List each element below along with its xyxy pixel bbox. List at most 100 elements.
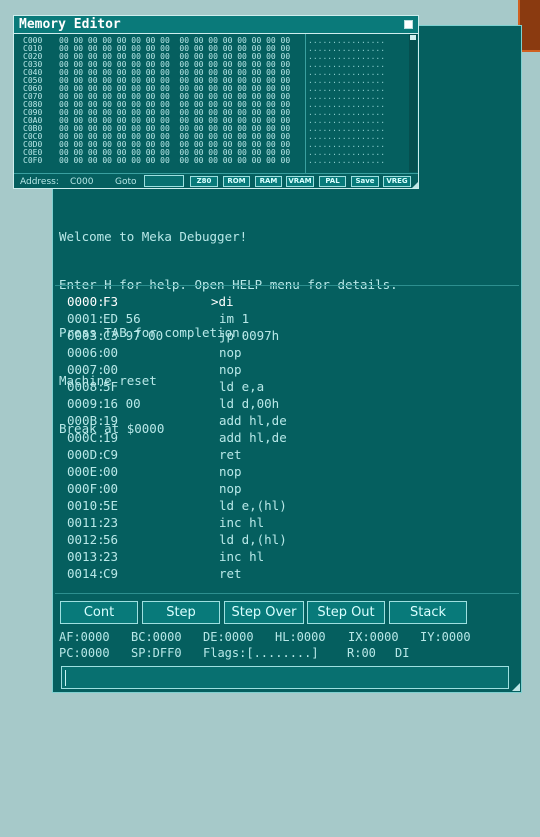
disasm-row[interactable]: 0010: 5E ld e,(hl) bbox=[67, 497, 507, 514]
disasm-instr: inc hl bbox=[219, 549, 265, 564]
stack-button[interactable]: Stack bbox=[389, 601, 467, 624]
register-de: DE:0000 bbox=[203, 630, 254, 644]
z80-button[interactable]: Z80 bbox=[190, 176, 218, 187]
resize-handle-icon[interactable] bbox=[512, 683, 520, 691]
disasm-instr: inc hl bbox=[219, 515, 265, 530]
disasm-addr: 000F: bbox=[67, 481, 105, 496]
disasm-instr: nop bbox=[219, 362, 242, 377]
disasm-bytes: 00 bbox=[103, 481, 119, 496]
disasm-instr: ret bbox=[219, 566, 242, 581]
address-label: Address: bbox=[20, 177, 59, 187]
vreg-button[interactable]: VREG bbox=[383, 176, 411, 187]
vram-button[interactable]: VRAM bbox=[286, 176, 314, 187]
disasm-row[interactable]: 0008: 5F ld e,a bbox=[67, 378, 507, 395]
address-value: C000 bbox=[70, 177, 94, 187]
disasm-bytes: 23 bbox=[103, 549, 119, 564]
command-input[interactable] bbox=[61, 666, 509, 689]
disasm-row[interactable]: 0009: 16 00 ld d,00h bbox=[67, 395, 507, 412]
memory-row-address: C0F0 bbox=[23, 156, 43, 165]
disasm-bytes: C9 bbox=[103, 447, 119, 462]
disasm-row[interactable]: 0003: C3 97 00 jp 0097h bbox=[67, 327, 507, 344]
register-ix: IX:0000 bbox=[348, 630, 399, 644]
register-r: R:00 bbox=[347, 646, 376, 660]
register-af: AF:0000 bbox=[59, 630, 110, 644]
hex-column[interactable]: 00 00 00 00 00 00 00 00 00 00 00 00 00 0… bbox=[59, 37, 290, 165]
address-column: C000 C010 C020 C030 C040 C050 C060 C070 C080 C090… bbox=[23, 37, 42, 165]
step-over-button[interactable]: Step Over bbox=[224, 601, 304, 624]
disasm-instr: nop bbox=[219, 464, 242, 479]
disasm-addr: 0010: bbox=[67, 498, 105, 513]
disasm-bytes: ED 56 bbox=[103, 311, 141, 326]
memory-row-hex[interactable]: 00 00 00 00 00 00 00 00 00 00 00 00 00 0… bbox=[59, 157, 290, 165]
ram-button[interactable]: RAM bbox=[255, 176, 282, 187]
memory-editor-statusbar: Address: C000 Goto Z80 ROM RAM VRAM PAL … bbox=[14, 173, 418, 190]
disasm-row[interactable]: 0013: 23 inc hl bbox=[67, 548, 507, 565]
disasm-addr: 0013: bbox=[67, 549, 105, 564]
disasm-row[interactable]: 0001: ED 56 im 1 bbox=[67, 310, 507, 327]
ascii-column[interactable]: ........................................… bbox=[308, 37, 408, 165]
disasm-instr: ld e,(hl) bbox=[219, 498, 287, 513]
disasm-bytes: 56 bbox=[103, 532, 119, 547]
close-icon[interactable] bbox=[404, 20, 413, 29]
disasm-row[interactable]: 0011: 23 inc hl bbox=[67, 514, 507, 531]
divider bbox=[55, 285, 519, 286]
register-sp: SP:DFF0 bbox=[131, 646, 182, 660]
disasm-instr: nop bbox=[219, 345, 242, 360]
disassembly-list: 0000: F3 >di 0001: ED 56 im 1 0003: C3 97 00 jp … bbox=[67, 293, 507, 582]
disasm-bytes: 5F bbox=[103, 379, 119, 394]
disasm-bytes: C9 bbox=[103, 566, 119, 581]
disasm-addr: 0008: bbox=[67, 379, 105, 394]
disasm-row[interactable]: 0007: 00 nop bbox=[67, 361, 507, 378]
disasm-addr: 000C: bbox=[67, 430, 105, 445]
window-title: Memory Editor bbox=[19, 17, 121, 32]
registers-panel: AF:0000 BC:0000 DE:0000 HL:0000 IX:0000 … bbox=[59, 629, 471, 837]
disasm-addr: 0012: bbox=[67, 532, 105, 547]
rom-button[interactable]: ROM bbox=[223, 176, 250, 187]
disasm-addr: 000D: bbox=[67, 447, 105, 462]
disasm-bytes: 19 bbox=[103, 413, 119, 428]
disasm-addr: 0011: bbox=[67, 515, 105, 530]
register-iy: IY:0000 bbox=[420, 630, 471, 644]
disasm-bytes: 00 bbox=[103, 464, 119, 479]
cont-button[interactable]: Cont bbox=[60, 601, 138, 624]
disasm-addr: 0001: bbox=[67, 311, 105, 326]
disasm-row[interactable]: 000B: 19 add hl,de bbox=[67, 412, 507, 429]
memory-editor-titlebar[interactable]: Memory Editor bbox=[14, 16, 418, 34]
disasm-addr: 000B: bbox=[67, 413, 105, 428]
text-caret bbox=[65, 670, 66, 686]
disasm-addr: 0014: bbox=[67, 566, 105, 581]
disasm-instr: ld d,00h bbox=[219, 396, 280, 411]
scrollbar-thumb[interactable] bbox=[410, 35, 416, 40]
disasm-bytes: 00 bbox=[103, 362, 119, 377]
disasm-row[interactable]: 0014: C9 ret bbox=[67, 565, 507, 582]
disasm-addr: 0000: bbox=[67, 294, 105, 309]
disasm-addr: 0009: bbox=[67, 396, 105, 411]
goto-input[interactable] bbox=[144, 175, 184, 187]
step-out-button[interactable]: Step Out bbox=[307, 601, 385, 624]
disasm-instr: im 1 bbox=[219, 311, 250, 326]
disasm-row[interactable]: 000D: C9 ret bbox=[67, 446, 507, 463]
resize-handle-icon[interactable] bbox=[412, 182, 418, 188]
disasm-row[interactable]: 000F: 00 nop bbox=[67, 480, 507, 497]
save-button[interactable]: Save bbox=[351, 176, 379, 187]
disasm-row[interactable]: 000E: 00 nop bbox=[67, 463, 507, 480]
step-button[interactable]: Step bbox=[142, 601, 220, 624]
disasm-bytes: F3 bbox=[103, 294, 119, 309]
disasm-row[interactable]: 0006: 00 nop bbox=[67, 344, 507, 361]
disasm-instr: jp 0097h bbox=[219, 328, 280, 343]
disasm-row[interactable]: 000C: 19 add hl,de bbox=[67, 429, 507, 446]
disasm-row-current[interactable]: 0000: F3 >di bbox=[67, 293, 507, 310]
disasm-instr: ret bbox=[219, 447, 242, 462]
disasm-instr: nop bbox=[219, 481, 242, 496]
pal-button[interactable]: PAL bbox=[319, 176, 346, 187]
memory-editor-window: Memory Editor C000 C010 C020 C030 C040 C050 C0… bbox=[13, 15, 419, 189]
disasm-row[interactable]: 0012: 56 ld d,(hl) bbox=[67, 531, 507, 548]
divider bbox=[305, 34, 306, 174]
disasm-bytes: C3 97 00 bbox=[103, 328, 164, 343]
disasm-bytes: 23 bbox=[103, 515, 119, 530]
console-line: Welcome to Meka Debugger! bbox=[59, 229, 248, 244]
register-hl: HL:0000 bbox=[275, 630, 326, 644]
register-flags: Flags:[........] bbox=[203, 646, 319, 660]
memory-row-ascii[interactable]: ................ bbox=[308, 157, 408, 165]
vertical-scrollbar[interactable] bbox=[409, 34, 417, 172]
